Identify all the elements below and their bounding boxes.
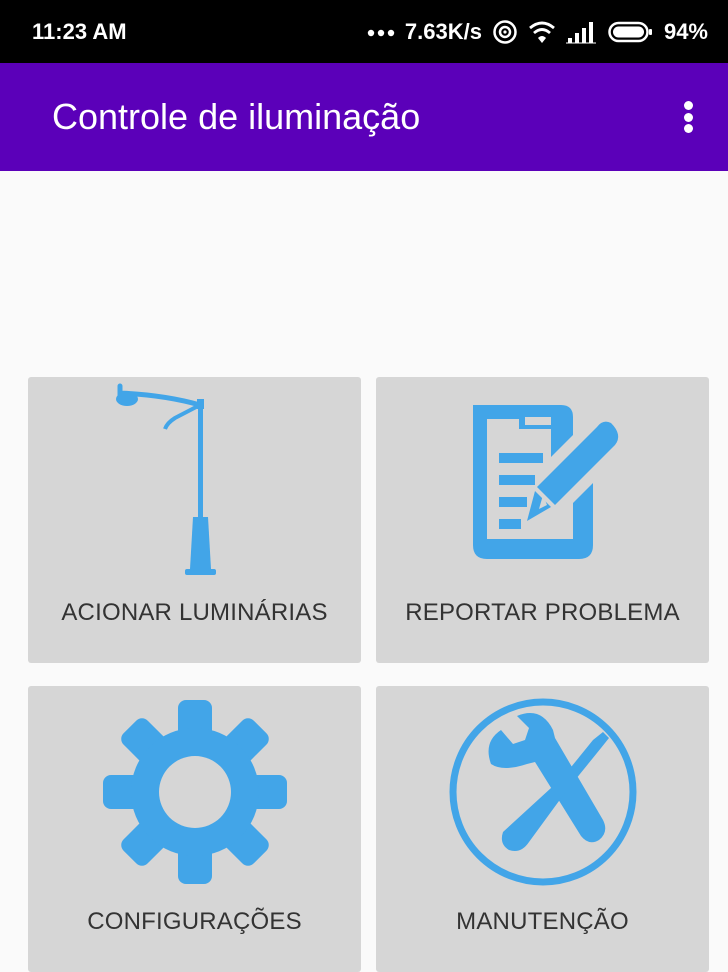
status-bar: 11:23 AM 7.63K/s 94% xyxy=(0,0,728,63)
overflow-menu-icon[interactable] xyxy=(678,97,698,137)
configuracoes-button[interactable]: CONFIGURAÇÕES xyxy=(28,686,361,972)
signal-icon xyxy=(565,20,598,44)
tile-label: REPORTAR PROBLEMA xyxy=(405,599,680,626)
app-bar: Controle de iluminação xyxy=(0,63,728,171)
tools-icon xyxy=(443,692,643,892)
battery-icon xyxy=(608,20,654,44)
tile-label: MANUTENÇÃO xyxy=(456,908,629,935)
tile-label: ACIONAR LUMINÁRIAS xyxy=(61,599,328,626)
manutencao-button[interactable]: MANUTENÇÃO xyxy=(376,686,709,972)
status-indicators: 7.63K/s 94% xyxy=(367,19,708,45)
app-title: Controle de iluminação xyxy=(52,96,421,137)
street-lamp-icon xyxy=(95,383,295,583)
gear-icon xyxy=(95,692,295,892)
reportar-problema-button[interactable]: REPORTAR PROBLEMA xyxy=(376,377,709,663)
status-time: 11:23 AM xyxy=(32,18,127,44)
network-speed: 7.63K/s xyxy=(404,18,482,44)
report-edit-icon xyxy=(443,383,643,583)
more-dots-icon xyxy=(367,27,395,37)
acionar-luminarias-button[interactable]: ACIONAR LUMINÁRIAS xyxy=(28,377,361,663)
battery-level: 94% xyxy=(663,18,708,44)
tile-label: CONFIGURAÇÕES xyxy=(87,908,302,935)
wifi-icon xyxy=(528,20,556,44)
hotspot-icon xyxy=(492,19,518,45)
